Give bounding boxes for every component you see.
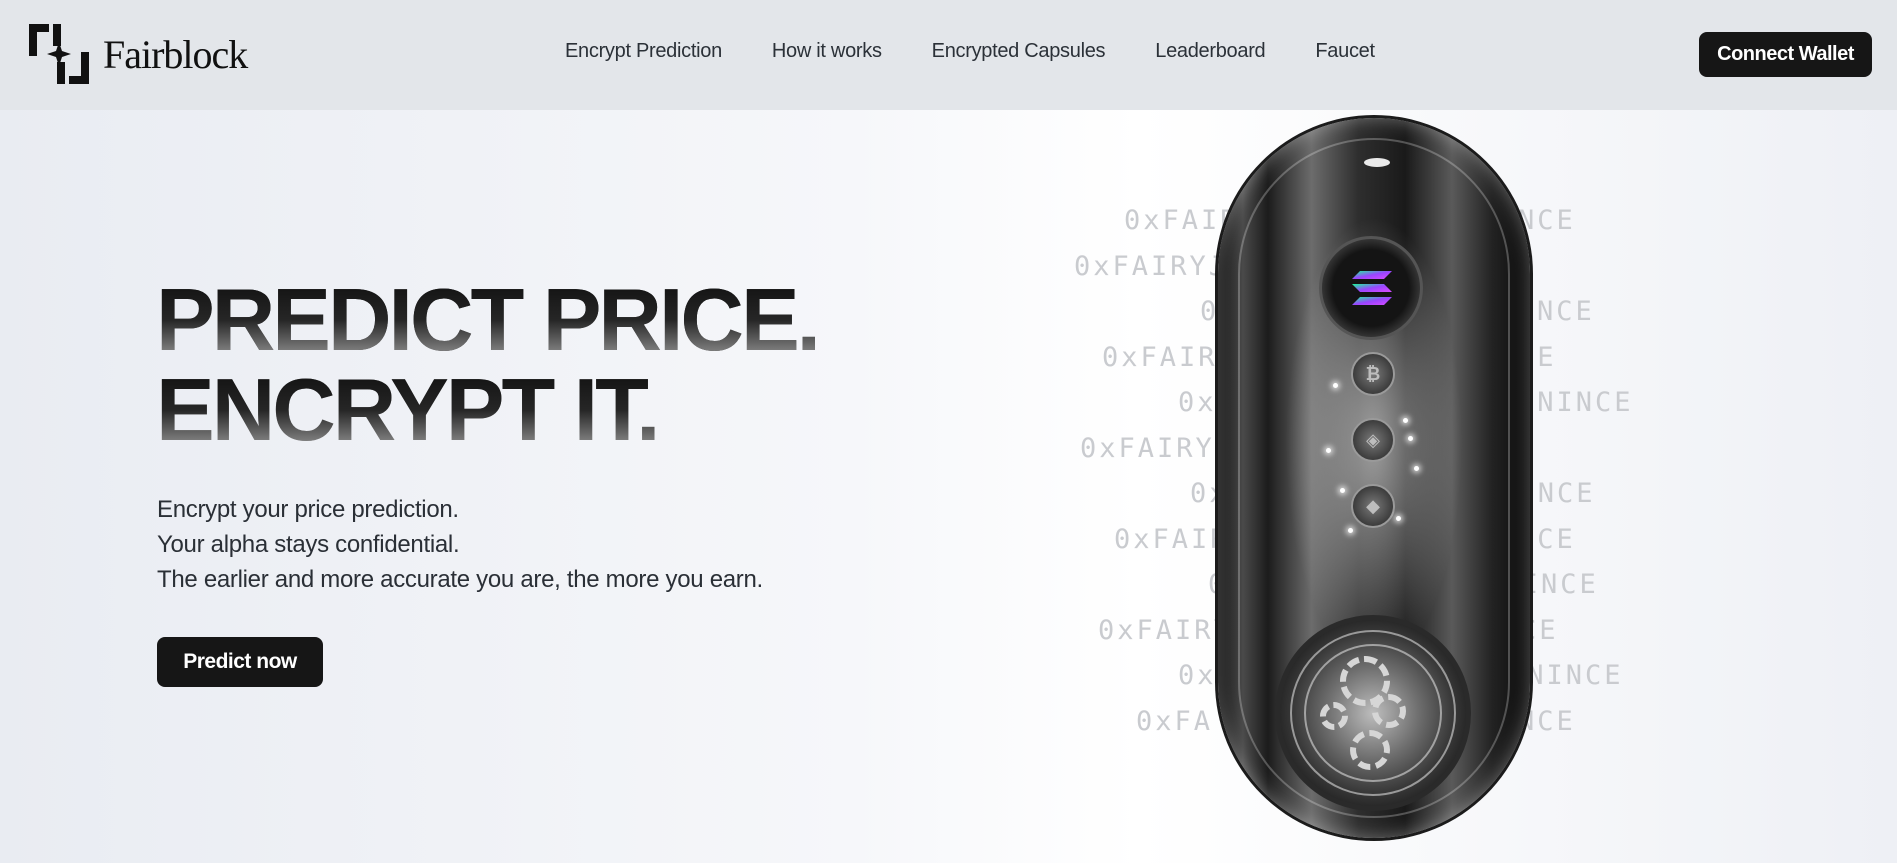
headline-line-2: ENCRYPT IT. xyxy=(156,365,876,455)
code-fragment: 0xFAIRY xyxy=(1102,341,1237,373)
description-line-2: Your alpha stays confidential. xyxy=(157,531,460,558)
encrypted-capsule-illustration: ₿ ◈ ◆ xyxy=(1218,118,1530,838)
sparkle xyxy=(1333,383,1338,388)
nav-encrypted-capsules[interactable]: Encrypted Capsules xyxy=(932,40,1106,63)
description-line-1: Encrypt your price prediction. xyxy=(157,496,459,523)
connect-wallet-button[interactable]: Connect Wallet xyxy=(1699,32,1872,77)
code-fragment: 0xFA xyxy=(1136,705,1214,737)
sparkle xyxy=(1326,448,1331,453)
code-fragment: 0xFAIR xyxy=(1124,205,1240,236)
sparkle xyxy=(1403,418,1408,423)
description-line-3: The earlier and more accurate you are, t… xyxy=(157,566,763,593)
code-fragment: 0 xyxy=(1200,296,1220,327)
code-fragment: 0xFAIR xyxy=(1114,523,1230,555)
code-fragment: 0xFAIRYJ xyxy=(1074,250,1229,282)
nav-faucet[interactable]: Faucet xyxy=(1315,40,1375,63)
headline-line-1: PREDICT PRICE. xyxy=(156,275,876,365)
brand-name: Fairblock xyxy=(103,31,248,77)
code-fragment: 0xFAIRY xyxy=(1098,614,1233,646)
hero-description: Encrypt your price prediction. Your alph… xyxy=(157,492,763,597)
nav-encrypt-prediction[interactable]: Encrypt Prediction xyxy=(565,40,722,63)
top-navbar: Fairblock Encrypt Prediction How it work… xyxy=(0,0,1897,110)
sparkle xyxy=(1414,466,1419,471)
clockwork-mechanism xyxy=(1275,615,1471,811)
code-fragment: NCE xyxy=(1518,205,1576,236)
capsule-highlight xyxy=(1364,158,1390,167)
brand-logo[interactable]: Fairblock xyxy=(27,22,248,86)
main-nav: Encrypt Prediction How it works Encrypte… xyxy=(565,40,1425,63)
code-fragment: 0x xyxy=(1178,387,1217,418)
ethereum-icon: ◆ xyxy=(1351,484,1395,528)
bitcoin-icon: ₿ xyxy=(1351,352,1395,396)
nav-how-it-works[interactable]: How it works xyxy=(772,40,882,63)
gear-icon xyxy=(1350,730,1390,770)
sparkle xyxy=(1348,528,1353,533)
sparkle xyxy=(1340,488,1345,493)
predict-now-button[interactable]: Predict now xyxy=(157,637,323,687)
sparkle xyxy=(1396,516,1401,521)
nav-leaderboard[interactable]: Leaderboard xyxy=(1155,40,1265,63)
solana-icon xyxy=(1319,236,1423,340)
code-fragment: 0xFAIRYJ xyxy=(1080,432,1235,464)
sparkle xyxy=(1408,436,1413,441)
gear-icon xyxy=(1320,702,1348,730)
gear-icon xyxy=(1372,694,1406,728)
code-fragment: DNINCE xyxy=(1518,387,1634,418)
hero-headline: PREDICT PRICE. ENCRYPT IT. xyxy=(156,275,876,455)
token-icon: ◈ xyxy=(1351,418,1395,462)
fairblock-logo-icon xyxy=(29,24,89,84)
